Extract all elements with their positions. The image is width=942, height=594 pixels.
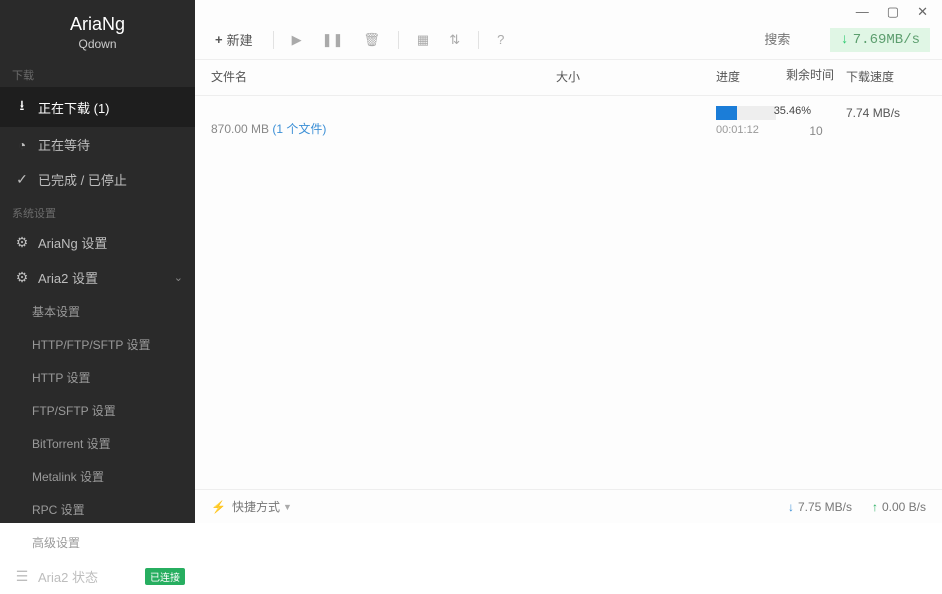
toolbar: + 新建 ▶ ❚❚ 🗑 ▦ ⇅ ? ↓ 7.69MB/s — [195, 20, 942, 60]
row-filesize: 870.00 MB — [211, 122, 272, 136]
col-header-name[interactable]: 文件名 — [211, 68, 556, 85]
section-downloads-label: 下载 — [0, 59, 195, 87]
new-button-label: 新建 — [227, 30, 253, 49]
table-row[interactable]: 870.00 MB (1 个文件) 35.46% 00:01:12 10 7.7… — [195, 96, 942, 146]
sidebar-item-label: Aria2 设置 — [38, 268, 98, 287]
footer-download-speed: ↓ 7.75 MB/s — [788, 500, 852, 514]
sidebar-item-label: Aria2 状态 — [38, 567, 98, 586]
status-badge: 已连接 — [145, 568, 185, 585]
sidebar-item-label: FTP/SFTP 设置 — [32, 402, 116, 419]
server-icon: ☰ — [14, 568, 30, 585]
sidebar-item-label: 高级设置 — [32, 534, 80, 551]
download-icon: ⭳ — [14, 95, 30, 119]
sidebar-sub-bittorrent[interactable]: BitTorrent 设置 — [0, 427, 195, 460]
progress-eta: 00:01:12 — [716, 124, 786, 136]
footer-quick-label[interactable]: 快捷方式 — [232, 498, 280, 515]
footer-down-value: 7.75 MB/s — [798, 500, 852, 514]
progress-fill — [716, 106, 737, 120]
brand-subtitle: Qdown — [0, 37, 195, 51]
view-grid-button[interactable]: ▦ — [411, 28, 435, 52]
trash-icon: 🗑 — [363, 32, 380, 48]
col-header-size[interactable]: 大小 — [556, 68, 716, 85]
sidebar-item-label: 已完成 / 已停止 — [38, 170, 127, 189]
sidebar-item-finished[interactable]: ✓ 已完成 / 已停止 — [0, 162, 195, 197]
grid-icon: ▦ — [417, 32, 429, 48]
sidebar-item-downloading[interactable]: ⭳ 正在下载 (1) — [0, 87, 195, 127]
sidebar-item-label: HTTP/FTP/SFTP 设置 — [32, 336, 150, 353]
divider — [398, 31, 399, 49]
sidebar-sub-advanced[interactable]: 高级设置 — [0, 526, 195, 559]
sort-button[interactable]: ⇅ — [443, 28, 466, 52]
sidebar-sub-rpc[interactable]: RPC 设置 — [0, 493, 195, 526]
footer: ⚡ 快捷方式 ▼ ↓ 7.75 MB/s ↑ 0.00 B/s — [195, 489, 942, 523]
minimize-button[interactable]: — — [852, 4, 873, 20]
main-panel: — ▢ ✕ + 新建 ▶ ❚❚ 🗑 ▦ ⇅ ? ↓ 7.69MB/s 文件名 大… — [195, 0, 942, 523]
start-button[interactable]: ▶ — [286, 28, 308, 52]
row-filename: 870.00 MB (1 个文件) — [211, 106, 556, 137]
gear-icon: ⚙ — [14, 234, 30, 251]
maximize-button[interactable]: ▢ — [883, 4, 903, 20]
arrow-up-icon: ↑ — [872, 500, 878, 514]
delete-button[interactable]: 🗑 — [357, 28, 386, 52]
divider — [273, 31, 274, 49]
sidebar-item-aria2-status[interactable]: ☰ Aria2 状态 已连接 — [0, 559, 195, 594]
progress-bar: 35.46% — [716, 106, 776, 120]
brand: AriaNg Qdown — [0, 0, 195, 59]
row-speed-cell: 7.74 MB/s — [846, 106, 926, 120]
sidebar-item-label: BitTorrent 设置 — [32, 435, 111, 452]
gears-icon: ⚙ — [14, 269, 30, 286]
sidebar-sub-http[interactable]: HTTP 设置 — [0, 361, 195, 394]
divider — [478, 31, 479, 49]
close-button[interactable]: ✕ — [913, 4, 932, 20]
global-speed-value: 7.69MB/s — [853, 32, 920, 48]
sidebar-item-label: 基本设置 — [32, 303, 80, 320]
check-icon: ✓ — [14, 171, 30, 188]
sort-icon: ⇅ — [449, 32, 460, 48]
col-header-progress[interactable]: 进度 — [716, 68, 786, 85]
sidebar-item-label: HTTP 设置 — [32, 369, 90, 386]
remaining-count: 10 — [786, 124, 846, 138]
sidebar: AriaNg Qdown 下载 ⭳ 正在下载 (1) ◔ 正在等待 ✓ 已完成 … — [0, 0, 195, 523]
help-button[interactable]: ? — [491, 28, 510, 51]
table-header: 文件名 大小 进度 剩余时间 下载速度 — [195, 60, 942, 96]
window-controls: — ▢ ✕ — [195, 0, 942, 20]
sidebar-item-ariang-settings[interactable]: ⚙ AriaNg 设置 — [0, 225, 195, 260]
sidebar-sub-http-ftp-sftp[interactable]: HTTP/FTP/SFTP 设置 — [0, 328, 195, 361]
footer-upload-speed: ↑ 0.00 B/s — [872, 500, 926, 514]
plus-icon: + — [215, 32, 223, 47]
section-system-label: 系统设置 — [0, 197, 195, 225]
sidebar-item-label: 正在等待 — [38, 135, 90, 154]
col-header-remaining[interactable]: 剩余时间 — [786, 68, 846, 85]
search-input[interactable] — [764, 32, 822, 47]
global-speed-box[interactable]: ↓ 7.69MB/s — [830, 28, 930, 52]
row-progress-cell: 35.46% 00:01:12 — [716, 106, 786, 136]
help-icon: ? — [497, 32, 504, 47]
footer-up-value: 0.00 B/s — [882, 500, 926, 514]
pause-button[interactable]: ❚❚ — [316, 28, 350, 52]
sidebar-item-aria2-settings[interactable]: ⚙ Aria2 设置 ⌄ — [0, 260, 195, 295]
sidebar-sub-metalink[interactable]: Metalink 设置 — [0, 460, 195, 493]
sidebar-item-label: 正在下载 (1) — [38, 98, 110, 117]
col-header-speed[interactable]: 下载速度 — [846, 68, 926, 85]
clock-icon: ◔ — [14, 137, 30, 153]
new-button[interactable]: + 新建 — [207, 26, 261, 53]
sidebar-item-label: RPC 设置 — [32, 501, 85, 518]
arrow-down-icon: ↓ — [840, 32, 848, 48]
sidebar-item-waiting[interactable]: ◔ 正在等待 — [0, 127, 195, 162]
arrow-down-icon: ↓ — [788, 500, 794, 514]
brand-title: AriaNg — [0, 14, 195, 35]
pause-icon: ❚❚ — [322, 32, 344, 48]
lightning-icon: ⚡ — [211, 500, 226, 514]
sidebar-sub-ftp-sftp[interactable]: FTP/SFTP 设置 — [0, 394, 195, 427]
row-filecount: (1 个文件) — [272, 122, 326, 136]
chevron-down-icon: ⌄ — [174, 271, 183, 284]
sidebar-item-label: Metalink 设置 — [32, 468, 104, 485]
sidebar-item-label: AriaNg 设置 — [38, 233, 107, 252]
progress-percent: 35.46% — [774, 105, 811, 117]
sidebar-sub-basic[interactable]: 基本设置 — [0, 295, 195, 328]
play-icon: ▶ — [292, 32, 302, 48]
caret-down-icon: ▼ — [283, 502, 292, 512]
